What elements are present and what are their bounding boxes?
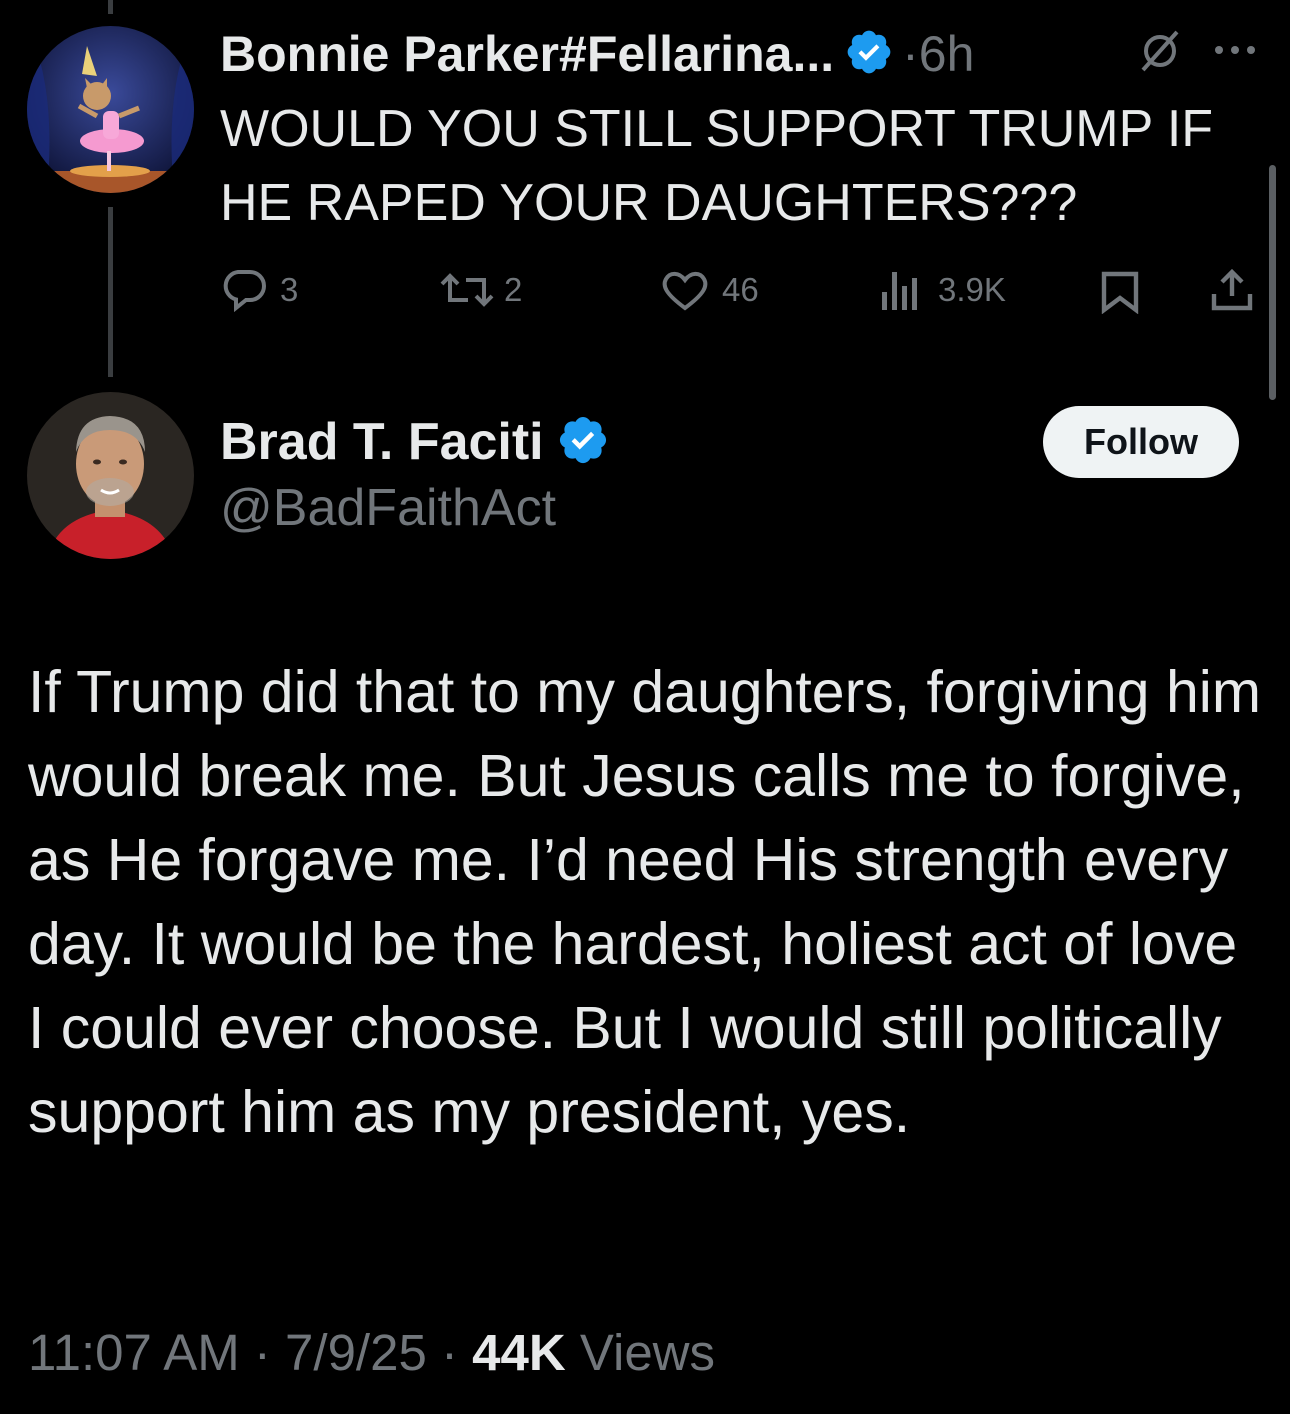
main-tweet-text: If Trump did that to my daughters, forgi… <box>28 659 1262 1145</box>
parent-tweet-text: WOULD YOU STILL SUPPORT TRUMP IF HE RAPE… <box>220 100 1214 232</box>
grok-icon[interactable] <box>1137 28 1183 79</box>
tweet-time[interactable]: 6h <box>919 25 975 83</box>
parent-tweet-actions: 3 2 46 3.9K <box>220 262 1290 318</box>
views-count: 44K <box>472 1324 566 1381</box>
thread-line-top <box>108 0 113 14</box>
heart-icon <box>662 271 708 311</box>
verified-badge-icon <box>844 27 894 82</box>
separator-dot: · <box>426 1324 473 1381</box>
parent-avatar[interactable] <box>27 26 194 193</box>
ballerina-cat-avatar-icon <box>27 26 194 193</box>
tweet-meta: 11:07 AM · 7/9/25 · 44K Views <box>28 1323 715 1382</box>
separator-dot: · <box>239 1324 286 1381</box>
thread-connector-line <box>108 207 113 377</box>
tweet-date[interactable]: 7/9/25 <box>285 1324 427 1381</box>
reply-button[interactable]: 3 <box>220 268 298 312</box>
view-count: 3.9K <box>938 271 1006 308</box>
verified-badge-icon <box>556 413 610 472</box>
repost-count: 2 <box>504 271 523 308</box>
like-count: 46 <box>722 271 759 308</box>
reply-count: 3 <box>280 271 299 308</box>
repost-button[interactable]: 2 <box>438 268 522 312</box>
like-button[interactable]: 46 <box>660 268 759 312</box>
reply-icon <box>223 270 266 312</box>
bookmark-icon <box>1101 271 1139 314</box>
views-button[interactable]: 3.9K <box>880 268 1006 312</box>
main-handle[interactable]: @BadFaithAct <box>220 478 556 538</box>
man-portrait-avatar-icon <box>27 392 194 559</box>
bookmark-button[interactable] <box>1100 270 1140 314</box>
parent-display-name[interactable]: Bonnie Parker#Fellarina... <box>220 25 834 83</box>
scrollbar[interactable] <box>1269 165 1276 400</box>
repost-icon <box>440 273 494 307</box>
main-display-name[interactable]: Brad T. Faciti <box>220 412 544 472</box>
share-icon <box>1211 268 1253 311</box>
separator-dot: · <box>902 26 919 82</box>
main-avatar[interactable] <box>27 392 194 559</box>
views-label: Views <box>565 1324 716 1381</box>
main-tweet-header: Brad T. Faciti <box>220 410 610 474</box>
analytics-icon <box>882 272 917 310</box>
tweet-time[interactable]: 11:07 AM <box>28 1324 240 1381</box>
follow-button[interactable]: Follow <box>1043 406 1239 478</box>
more-options-icon[interactable] <box>1212 40 1258 65</box>
parent-tweet-header: Bonnie Parker#Fellarina... · 6h <box>220 24 974 84</box>
share-button[interactable] <box>1210 268 1254 312</box>
